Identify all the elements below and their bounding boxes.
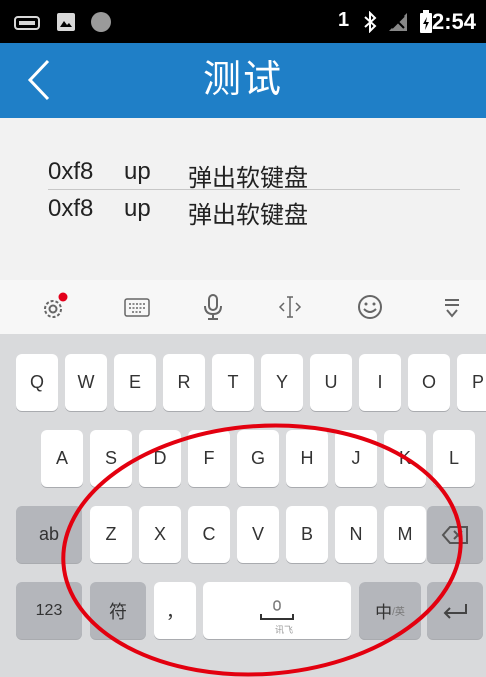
key-n[interactable]: N — [335, 506, 377, 563]
voicemail-icon — [14, 16, 40, 30]
shift-key[interactable]: ab — [16, 506, 82, 563]
keyboard-layout-icon[interactable] — [122, 292, 152, 322]
battery-icon — [420, 10, 432, 33]
enter-key[interactable] — [427, 582, 483, 639]
key-o[interactable]: O — [408, 354, 450, 411]
key-h[interactable]: H — [286, 430, 328, 487]
notification-dot — [58, 292, 68, 302]
title-bar: 测试 — [0, 43, 486, 118]
key-y[interactable]: Y — [261, 354, 303, 411]
log-message: 弹出软键盘 — [188, 202, 308, 229]
symbols-key[interactable]: 符 — [90, 582, 146, 639]
key-action: up — [124, 158, 151, 185]
backspace-key[interactable] — [427, 506, 483, 563]
key-s[interactable]: S — [90, 430, 132, 487]
space-sublabel: 讯飞 — [274, 625, 293, 635]
comma-key[interactable]: ， — [154, 582, 196, 639]
clock: 2:54 — [432, 9, 477, 34]
numbers-key[interactable]: 123 — [16, 582, 82, 639]
key-g[interactable]: G — [237, 430, 279, 487]
key-e[interactable]: E — [114, 354, 156, 411]
key-x[interactable]: X — [139, 506, 181, 563]
key-m[interactable]: M — [384, 506, 426, 563]
cursor-move-icon[interactable] — [275, 292, 305, 322]
key-r[interactable]: R — [163, 354, 205, 411]
page-title: 测试 — [202, 59, 283, 101]
key-k[interactable]: K — [384, 430, 426, 487]
enter-icon — [443, 603, 467, 619]
key-f[interactable]: F — [188, 430, 230, 487]
key-q[interactable]: Q — [16, 354, 58, 411]
signal-icon — [389, 13, 407, 31]
key-i[interactable]: I — [359, 354, 401, 411]
microphone-icon[interactable] — [198, 292, 228, 322]
sim-slot-label: 1 — [338, 9, 350, 31]
settings-icon[interactable] — [40, 292, 70, 322]
backspace-icon — [441, 525, 468, 544]
key-u[interactable]: U — [310, 354, 352, 411]
key-a[interactable]: A — [41, 430, 83, 487]
key-d[interactable]: D — [139, 430, 181, 487]
emoji-icon[interactable] — [355, 292, 385, 322]
bluetooth-icon — [364, 11, 377, 33]
key-t[interactable]: T — [212, 354, 254, 411]
key-l[interactable]: L — [433, 430, 475, 487]
key-w[interactable]: W — [65, 354, 107, 411]
key-z[interactable]: Z — [90, 506, 132, 563]
log-divider — [48, 189, 460, 190]
chinese-english-toggle-key[interactable]: 中 /英 — [359, 582, 421, 639]
space-voice-icon — [260, 599, 294, 620]
key-p[interactable]: P — [457, 354, 486, 411]
key-v[interactable]: V — [237, 506, 279, 563]
record-dot-icon — [91, 12, 111, 32]
key-code: 0xf8 — [48, 195, 94, 222]
key-action: up — [124, 195, 151, 222]
log-message: 弹出软键盘 — [188, 165, 308, 192]
status-bar: 1 2:54 — [0, 0, 486, 43]
key-code: 0xf8 — [48, 158, 94, 185]
collapse-keyboard-icon[interactable] — [437, 292, 467, 322]
image-icon — [57, 13, 75, 31]
key-b[interactable]: B — [286, 506, 328, 563]
space-key[interactable]: 讯飞 — [203, 582, 351, 639]
key-j[interactable]: J — [335, 430, 377, 487]
key-c[interactable]: C — [188, 506, 230, 563]
keyboard-toolbar — [0, 280, 486, 334]
